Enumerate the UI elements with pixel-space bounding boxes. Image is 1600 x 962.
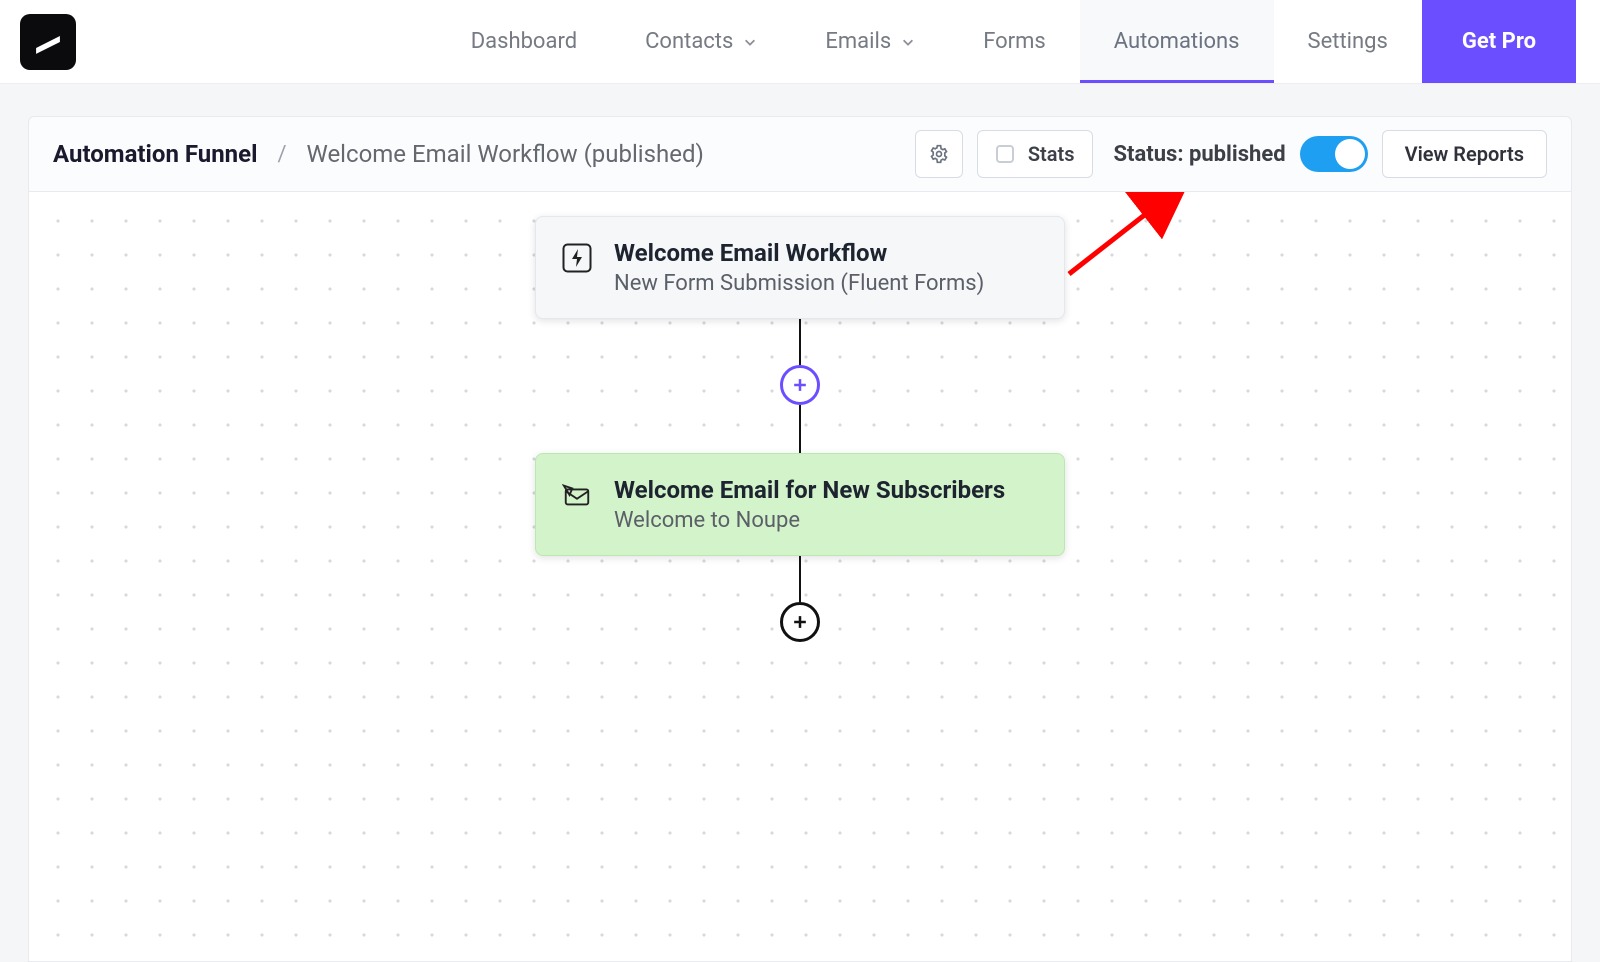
chevron-down-icon (743, 35, 757, 49)
get-pro-button[interactable]: Get Pro (1422, 0, 1576, 83)
action-title: Welcome Email for New Subscribers (614, 476, 1005, 504)
app-logo[interactable] (20, 14, 76, 70)
breadcrumb-root: Automation Funnel (53, 140, 257, 168)
nav-label: Settings (1308, 29, 1388, 54)
logo-icon (31, 25, 65, 59)
publish-toggle[interactable] (1300, 136, 1368, 172)
action-node-email[interactable]: Welcome Email for New Subscribers Welcom… (535, 453, 1065, 556)
status-label: Status: published (1113, 142, 1285, 167)
checkbox-icon (996, 145, 1014, 163)
connector-line (799, 405, 801, 453)
funnel-settings-button[interactable] (915, 130, 963, 178)
send-email-icon (562, 480, 592, 510)
action-subtitle: Welcome to Noupe (614, 508, 1005, 533)
automation-canvas[interactable]: Welcome Email Workflow New Form Submissi… (28, 192, 1572, 962)
funnel-name: Welcome Email Workflow (published) (307, 140, 704, 168)
trigger-title: Welcome Email Workflow (614, 239, 984, 267)
trigger-node[interactable]: Welcome Email Workflow New Form Submissi… (535, 216, 1065, 319)
stats-label: Stats (1028, 142, 1075, 166)
trigger-subtitle: New Form Submission (Fluent Forms) (614, 271, 984, 296)
nav-contacts[interactable]: Contacts (611, 0, 791, 83)
flow-column: Welcome Email Workflow New Form Submissi… (535, 216, 1065, 642)
get-pro-label: Get Pro (1462, 29, 1536, 54)
toggle-knob (1335, 139, 1365, 169)
nav-dashboard[interactable]: Dashboard (437, 0, 611, 83)
breadcrumb-separator: / (271, 142, 292, 167)
nav-label: Contacts (645, 29, 733, 54)
nav-settings[interactable]: Settings (1274, 0, 1422, 83)
top-nav: Dashboard Contacts Emails Forms Automati… (0, 0, 1600, 84)
nav-label: Dashboard (471, 29, 577, 54)
view-reports-label: View Reports (1405, 142, 1524, 166)
plus-icon (790, 375, 810, 395)
status-prefix: Status: (1113, 142, 1189, 167)
stats-toggle-button[interactable]: Stats (977, 130, 1094, 178)
nav-automations[interactable]: Automations (1080, 0, 1274, 83)
nav-label: Forms (983, 29, 1046, 54)
add-step-button[interactable] (780, 365, 820, 405)
nav-emails[interactable]: Emails (791, 0, 949, 83)
nav-label: Emails (825, 29, 891, 54)
connector-line (799, 319, 801, 365)
gear-icon (929, 144, 949, 164)
chevron-down-icon (901, 35, 915, 49)
bolt-icon (562, 243, 592, 273)
nav-forms[interactable]: Forms (949, 0, 1080, 83)
view-reports-button[interactable]: View Reports (1382, 130, 1547, 178)
nav-label: Automations (1114, 29, 1240, 54)
add-step-end-button[interactable] (780, 602, 820, 642)
plus-icon (790, 612, 810, 632)
status-value: published (1189, 142, 1286, 167)
nav-items: Dashboard Contacts Emails Forms Automati… (76, 0, 1576, 83)
connector-line (799, 556, 801, 602)
funnel-header: Automation Funnel / Welcome Email Workfl… (28, 116, 1572, 192)
